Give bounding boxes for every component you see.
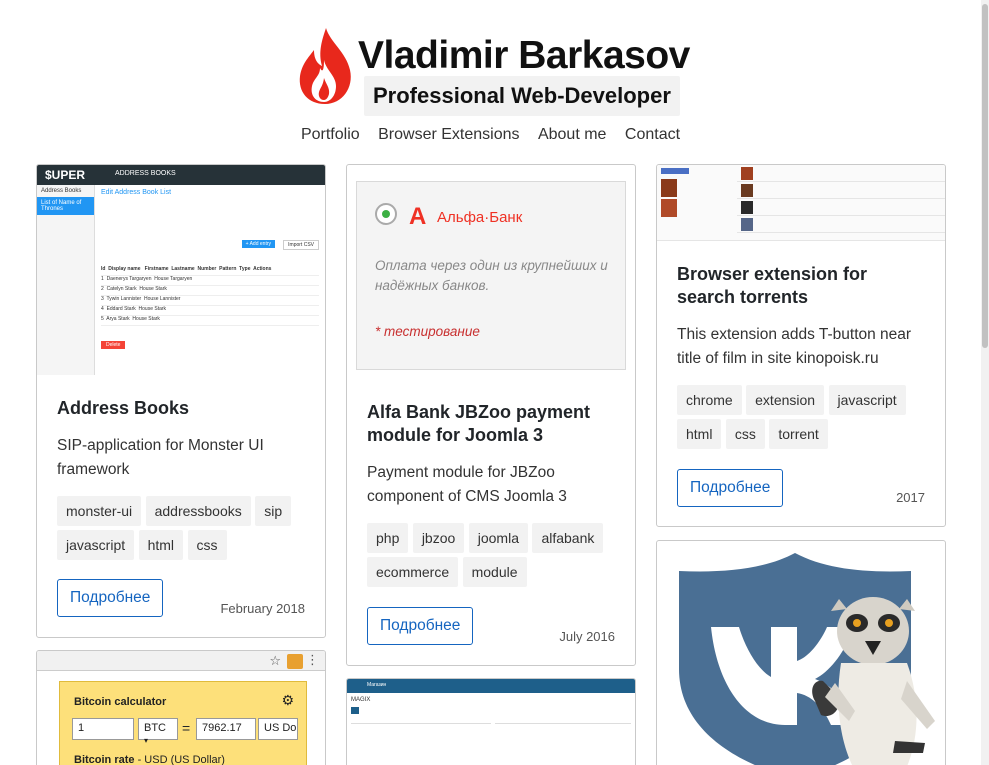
super-logo: $UPER [45, 168, 86, 182]
brand-name: Vladimir Barkasov [358, 34, 690, 77]
alfa-bank-screenshot[interactable]: А Альфа·Банк Оплата через один из крупне… [356, 181, 626, 370]
card-title: Browser extension for search torrents [677, 264, 868, 307]
tag[interactable]: ecommerce [367, 557, 459, 587]
nav-contact[interactable]: Contact [625, 126, 680, 144]
page-scrollbar[interactable] [981, 0, 989, 765]
bitcoin-extension-icon[interactable] [287, 654, 303, 669]
settings-gear-icon[interactable]: ⚙ [281, 692, 294, 709]
tag[interactable]: torrent [769, 419, 828, 449]
main-nav: Portfolio Browser Extensions About me Co… [0, 126, 981, 144]
amount-input[interactable]: 1 [72, 718, 134, 740]
torrents-screenshot[interactable] [657, 165, 945, 241]
tag[interactable]: html [677, 419, 722, 449]
card-date: February 2018 [220, 601, 305, 616]
tag[interactable]: jbzoo [412, 523, 465, 553]
tag[interactable]: joomla [468, 523, 528, 553]
tag[interactable]: html [138, 530, 184, 560]
tag[interactable]: module [462, 557, 527, 587]
radio-selected-icon [375, 203, 397, 225]
card-description: SIP-application for Monster UI framework [57, 437, 264, 478]
lemur-image [812, 597, 935, 765]
tag[interactable]: monster-ui [57, 496, 142, 526]
nav-about-me[interactable]: About me [538, 126, 606, 144]
card-date: July 2016 [559, 629, 615, 644]
currency-to-select[interactable]: US Dollar [258, 718, 298, 740]
more-button[interactable]: Подробнее [57, 579, 164, 617]
star-icon[interactable]: ☆ [269, 653, 281, 669]
bitcoin-calculator-panel: Bitcoin calculator ⚙ 1 BTC ▾ = 7962.17 U… [59, 681, 307, 765]
tag[interactable]: javascript [828, 385, 906, 415]
tag[interactable]: sip [255, 496, 292, 526]
more-button[interactable]: Подробнее [367, 607, 474, 645]
tag[interactable]: css [187, 530, 227, 560]
scrollbar-thumb[interactable] [982, 4, 988, 348]
tag[interactable]: addressbooks [145, 496, 251, 526]
calculator-title: Bitcoin calculator [74, 696, 167, 708]
menu-dots-icon[interactable]: ⋮ [306, 652, 319, 668]
tag[interactable]: css [725, 419, 765, 449]
flame-logo-icon [299, 28, 351, 104]
bitcoin-rate: Bitcoin rate - USD (US Dollar) [74, 754, 225, 765]
equals-sign: = [182, 720, 191, 736]
alfa-bank-logo-icon: А [409, 203, 427, 230]
portfolio-card-bitcoin: ☆ ⋮ Bitcoin calculator ⚙ 1 BTC ▾ = 7962.… [36, 650, 326, 765]
tag[interactable]: chrome [677, 385, 742, 415]
portfolio-card-address-books: $UPER ADDRESS BOOKS Address Books List o… [36, 164, 326, 638]
tag-list: chrome extension javascript html css tor… [677, 385, 925, 453]
result-input[interactable]: 7962.17 [196, 718, 256, 740]
portfolio-card-vk [656, 540, 946, 765]
tag[interactable]: php [367, 523, 409, 553]
tag[interactable]: javascript [57, 530, 135, 560]
tag-list: php jbzoo joomla alfabank ecommerce modu… [367, 523, 615, 591]
currency-from-select[interactable]: BTC ▾ [138, 718, 178, 745]
browser-toolbar: ☆ ⋮ [37, 651, 325, 671]
tag[interactable]: alfabank [532, 523, 604, 553]
address-books-screenshot[interactable]: $UPER ADDRESS BOOKS Address Books List o… [37, 165, 325, 375]
card-description: Payment module for JBZoo component of CM… [367, 464, 567, 505]
tag-list: monster-ui addressbooks sip javascript h… [57, 496, 305, 564]
nav-browser-extensions[interactable]: Browser Extensions [378, 126, 519, 144]
card-date: 2017 [896, 490, 925, 505]
card-description: This extension adds T-button near title … [677, 326, 912, 367]
nav-portfolio[interactable]: Portfolio [301, 126, 360, 144]
portfolio-card-torrents: Browser extension for search torrents Th… [656, 164, 946, 527]
tag[interactable]: extension [746, 385, 825, 415]
more-button[interactable]: Подробнее [677, 469, 784, 507]
brand-tagline: Professional Web-Developer [364, 76, 680, 116]
portfolio-card-magix: Магазин MAGIX [346, 678, 636, 765]
card-title: Address Books [57, 398, 190, 418]
card-title: Alfa Bank JBZoo payment module for Jooml… [367, 402, 591, 445]
portfolio-card-alfa-bank: А Альфа·Банк Оплата через один из крупне… [346, 164, 636, 666]
site-brand[interactable]: Vladimir Barkasov Professional Web-Devel… [296, 24, 696, 116]
